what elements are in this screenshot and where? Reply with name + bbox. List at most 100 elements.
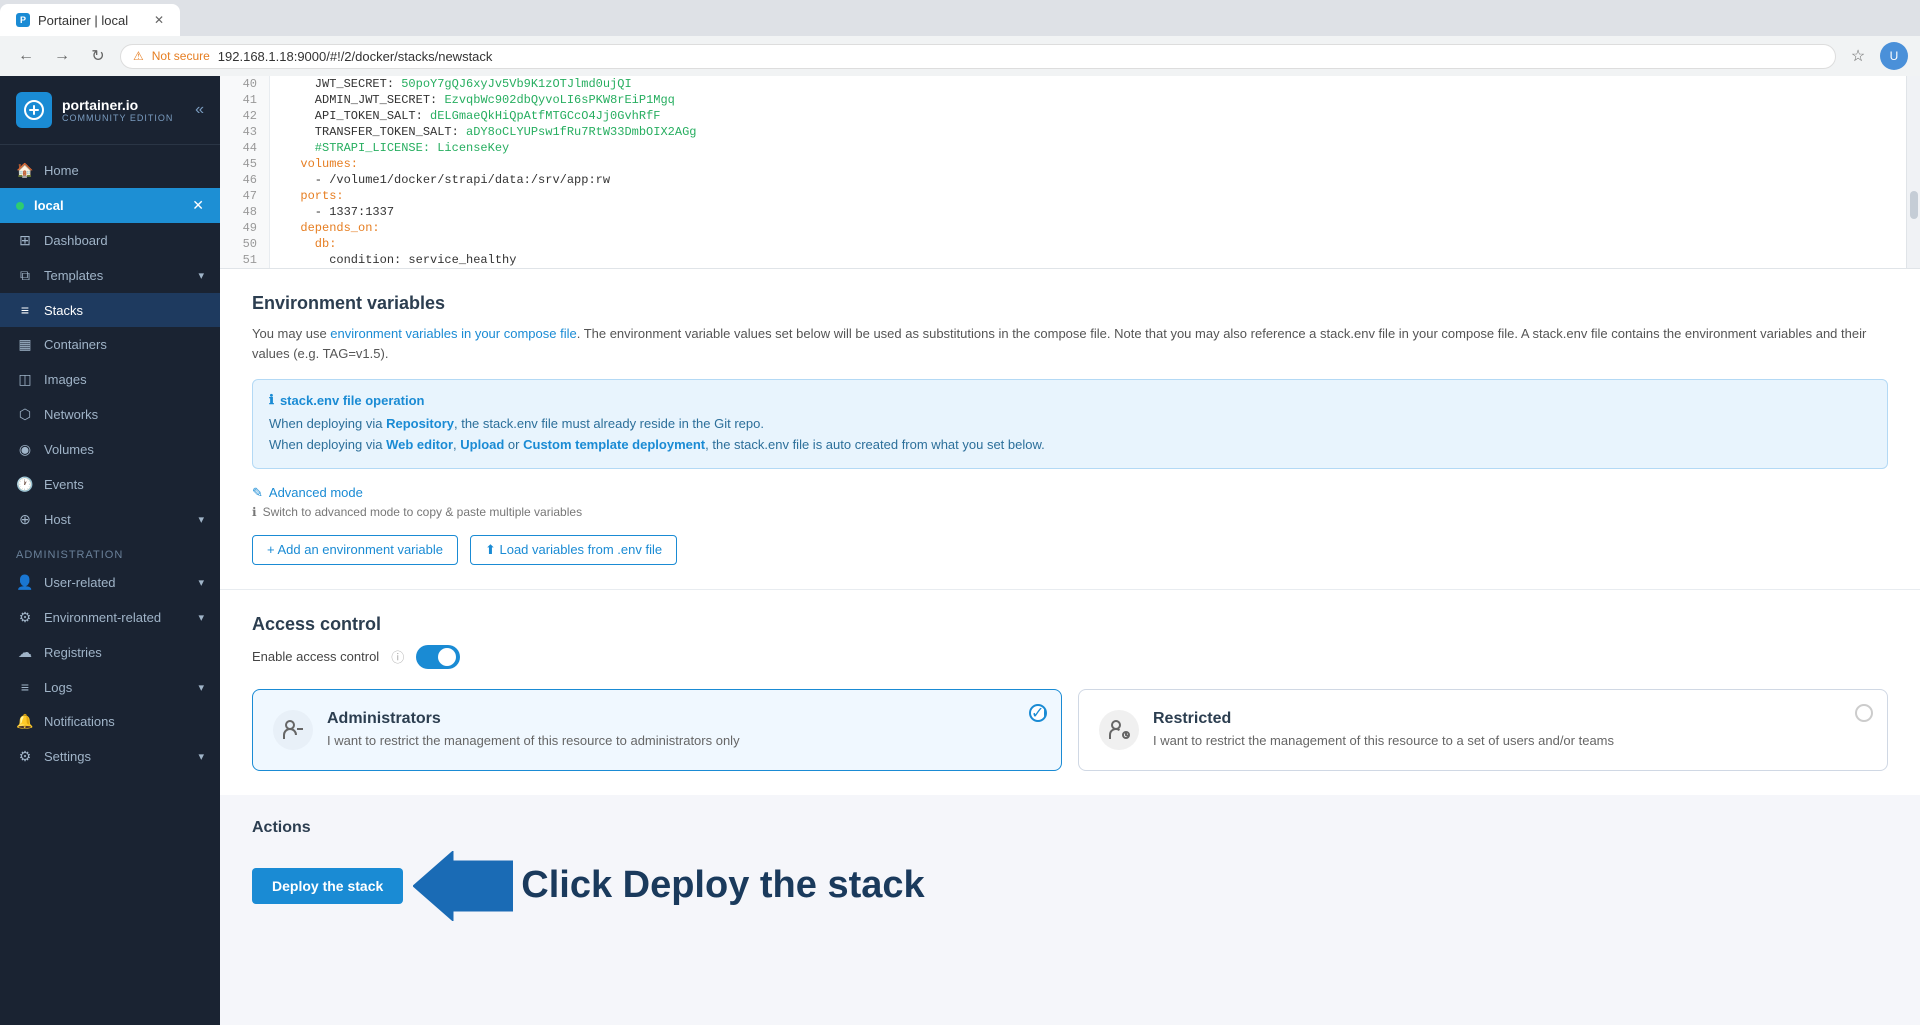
sidebar-item-label: Images <box>44 372 87 387</box>
sidebar-item-label: Host <box>44 512 71 527</box>
logo-sub: Community Edition <box>62 113 173 123</box>
lock-icon: ⚠ <box>133 49 144 63</box>
sidebar-item-label: Volumes <box>44 442 94 457</box>
add-env-var-button[interactable]: + Add an environment variable <box>252 535 458 565</box>
access-control-toggle[interactable] <box>416 645 460 669</box>
code-line-50: 50 db: <box>220 236 1906 252</box>
stacks-icon: ≡ <box>16 302 34 318</box>
restricted-card-radio[interactable] <box>1855 704 1873 722</box>
actions-section: Actions Deploy the stack Click Deploy th… <box>220 795 1920 945</box>
sidebar-env-local[interactable]: local ✕ <box>0 188 220 223</box>
sidebar-item-environment-related[interactable]: ⚙ Environment-related ▾ <box>0 600 220 635</box>
enable-access-control-row: Enable access control ⓘ <box>252 645 1888 669</box>
sidebar-navigation: 🏠 Home local ✕ ⊞ Dashboard ⧉ Templates ▾ <box>0 145 220 1025</box>
info-box-title: ℹ stack.env file operation <box>269 392 1871 408</box>
sidebar-item-user-related[interactable]: 👤 User-related ▾ <box>0 565 220 600</box>
chevron-down-icon: ▾ <box>198 750 204 763</box>
restricted-card-content: Restricted I want to restrict the manage… <box>1153 710 1867 750</box>
chevron-down-icon: ▾ <box>198 576 204 589</box>
main-content: 40 JWT_SECRET: 50poY7gQJ6xyJv5Vb9K1zOTJl… <box>220 76 1920 1025</box>
sidebar-item-dashboard[interactable]: ⊞ Dashboard <box>0 223 220 258</box>
repository-link[interactable]: Repository <box>386 416 454 431</box>
code-line-47: 47 ports: <box>220 188 1906 204</box>
sidebar-item-registries[interactable]: ☁ Registries <box>0 635 220 670</box>
code-line-51: 51 condition: service_healthy <box>220 252 1906 268</box>
sidebar-item-templates[interactable]: ⧉ Templates ▾ <box>0 258 220 293</box>
admin-card-radio[interactable]: ✓ <box>1029 704 1047 722</box>
info-icon: ℹ <box>269 392 274 408</box>
forward-button[interactable]: → <box>48 42 76 70</box>
administrators-card[interactable]: Administrators I want to restrict the ma… <box>252 689 1062 771</box>
sidebar-item-stacks[interactable]: ≡ Stacks <box>0 293 220 327</box>
env-name: local <box>34 198 64 213</box>
load-env-file-button[interactable]: ⬆ Load variables from .env file <box>470 535 677 565</box>
content-area: 40 JWT_SECRET: 50poY7gQJ6xyJv5Vb9K1zOTJl… <box>220 76 1920 1025</box>
code-line-49: 49 depends_on: <box>220 220 1906 236</box>
sidebar-logo: portainer.io Community Edition « <box>0 76 220 145</box>
sidebar-item-notifications[interactable]: 🔔 Notifications <box>0 704 220 739</box>
bookmark-button[interactable]: ☆ <box>1844 42 1872 70</box>
sidebar-item-containers[interactable]: ▦ Containers <box>0 327 220 362</box>
browser-tab[interactable]: P Portainer | local ✕ <box>0 4 180 36</box>
back-button[interactable]: ← <box>12 42 40 70</box>
deploy-stack-button[interactable]: Deploy the stack <box>252 868 403 904</box>
admin-card-desc: I want to restrict the management of thi… <box>327 732 1041 750</box>
logs-icon: ≡ <box>16 679 34 695</box>
sidebar-item-home[interactable]: 🏠 Home <box>0 153 220 188</box>
env-close-icon[interactable]: ✕ <box>192 197 204 214</box>
custom-template-link[interactable]: Custom template deployment <box>523 437 705 452</box>
sidebar-item-label: Networks <box>44 407 98 422</box>
containers-icon: ▦ <box>16 336 34 353</box>
advanced-mode-link[interactable]: ✎ Advanced mode <box>252 485 1888 501</box>
admin-section-label: Administration <box>0 537 220 565</box>
web-editor-link[interactable]: Web editor <box>386 437 453 452</box>
scroll-thumb <box>1910 191 1918 219</box>
sidebar-item-events[interactable]: 🕐 Events <box>0 467 220 502</box>
restricted-card-icon <box>1099 710 1139 750</box>
sidebar-item-images[interactable]: ◫ Images <box>0 362 220 397</box>
templates-icon: ⧉ <box>16 267 34 284</box>
code-line-45: 45 volumes: <box>220 156 1906 172</box>
restricted-card-title: Restricted <box>1153 710 1867 728</box>
sidebar-item-logs[interactable]: ≡ Logs ▾ <box>0 670 220 704</box>
profile-avatar[interactable]: U <box>1880 42 1908 70</box>
reload-button[interactable]: ↻ <box>84 42 112 70</box>
events-icon: 🕐 <box>16 476 34 493</box>
sidebar-item-settings[interactable]: ⚙ Settings ▾ <box>0 739 220 774</box>
code-line-43: 43 TRANSFER_TOKEN_SALT: aDY8oCLYUPsw1fRu… <box>220 124 1906 140</box>
url-text: 192.168.1.18:9000/#!/2/docker/stacks/new… <box>218 49 493 64</box>
address-bar[interactable]: ⚠ Not secure 192.168.1.18:9000/#!/2/dock… <box>120 44 1836 69</box>
code-line-44: 44 #STRAPI_LICENSE: LicenseKey <box>220 140 1906 156</box>
sidebar-item-networks[interactable]: ⬡ Networks <box>0 397 220 432</box>
tab-title: Portainer | local <box>38 13 128 28</box>
sidebar-item-label: Settings <box>44 749 91 764</box>
dashboard-icon: ⊞ <box>16 232 34 249</box>
close-tab-icon[interactable]: ✕ <box>154 13 164 27</box>
env-vars-link[interactable]: environment variables in your compose fi… <box>330 326 576 341</box>
app-container: portainer.io Community Edition « 🏠 Home … <box>0 76 1920 1025</box>
upload-link[interactable]: Upload <box>460 437 504 452</box>
access-control-title: Access control <box>252 614 1888 635</box>
chevron-down-icon: ▾ <box>198 513 204 526</box>
access-cards-container: Administrators I want to restrict the ma… <box>252 689 1888 771</box>
user-related-icon: 👤 <box>16 574 34 591</box>
code-line-41: 41 ADMIN_JWT_SECRET: EzvqbWc902dbQyvoLI6… <box>220 92 1906 108</box>
sidebar-item-volumes[interactable]: ◉ Volumes <box>0 432 220 467</box>
sidebar-item-label: Notifications <box>44 714 115 729</box>
code-line-46: 46 - /volume1/docker/strapi/data:/srv/ap… <box>220 172 1906 188</box>
help-icon: ⓘ <box>391 647 404 666</box>
stackenv-info-box: ℹ stack.env file operation When deployin… <box>252 379 1888 469</box>
sidebar-item-label: Home <box>44 163 79 178</box>
code-scrollbar[interactable] <box>1906 76 1920 268</box>
restricted-card[interactable]: Restricted I want to restrict the manage… <box>1078 689 1888 771</box>
collapse-sidebar-button[interactable]: « <box>195 101 204 119</box>
edit-icon: ✎ <box>252 485 263 501</box>
deploy-annotation: Deploy the stack Click Deploy the stack <box>252 851 1888 921</box>
env-status-dot <box>16 202 24 210</box>
sidebar-item-host[interactable]: ⊕ Host ▾ <box>0 502 220 537</box>
sidebar: portainer.io Community Edition « 🏠 Home … <box>0 76 220 1025</box>
env-vars-title: Environment variables <box>252 293 1888 314</box>
radio-check-icon: ✓ <box>1031 703 1044 723</box>
sidebar-item-label: Events <box>44 477 84 492</box>
mode-hint: ℹ Switch to advanced mode to copy & past… <box>252 505 1888 519</box>
